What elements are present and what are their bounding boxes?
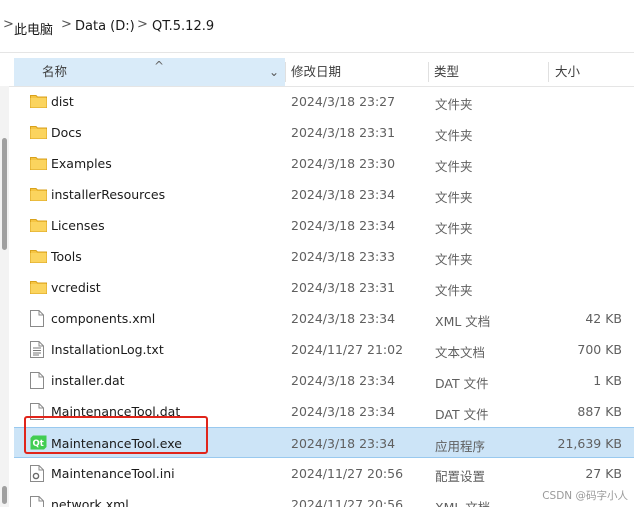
file-name: installerResources: [51, 187, 166, 202]
text-file-icon: [30, 341, 44, 361]
file-date: 2024/3/18 23:27: [291, 94, 396, 109]
file-name: vcredist: [51, 280, 101, 295]
file-name: Licenses: [51, 218, 105, 233]
scrollbar-thumb[interactable]: [2, 486, 7, 504]
file-type: 文件夹: [435, 252, 473, 267]
file-date: 2024/3/18 23:31: [291, 280, 396, 295]
file-size: 1 KB: [593, 373, 622, 388]
file-date: 2024/3/18 23:31: [291, 125, 396, 140]
settings-file-icon: [30, 465, 44, 485]
column-header-date[interactable]: 修改日期: [291, 58, 341, 86]
file-type: XML 文档: [435, 497, 490, 507]
file-row[interactable]: dist 2024/3/18 23:27 文件夹: [14, 86, 634, 117]
file-row[interactable]: MaintenanceTool.ini 2024/11/27 20:56 配置设置 2…: [14, 458, 634, 489]
column-header: 名称 ^ ⌄ 修改日期 类型 大小: [0, 58, 634, 87]
breadcrumb-item-drive[interactable]: Data (D:): [75, 19, 135, 34]
file-type: XML 文档: [435, 314, 491, 329]
breadcrumb: > 此电脑 > Data (D:) > QT.5.12.9: [0, 0, 634, 53]
file-name: installer.dat: [51, 373, 125, 388]
column-header-name-label: 名称: [42, 64, 68, 79]
file-date: 2024/11/27 20:56: [291, 497, 404, 507]
file-name: network.xml: [51, 497, 129, 507]
watermark: CSDN @码字小人: [542, 490, 628, 502]
file-date: 2024/3/18 23:30: [291, 156, 396, 171]
file-type: 文件夹: [435, 128, 473, 143]
breadcrumb-separator: >: [61, 17, 72, 32]
file-type: 文件夹: [435, 190, 473, 205]
folder-icon: [30, 124, 47, 142]
file-type: 文本文档: [435, 345, 486, 360]
file-date: 2024/3/18 23:34: [291, 404, 396, 419]
file-row[interactable]: Examples 2024/3/18 23:30 文件夹: [14, 148, 634, 179]
file-type: 文件夹: [435, 221, 473, 236]
file-row[interactable]: Docs 2024/3/18 23:31 文件夹: [14, 117, 634, 148]
file-size: 27 KB: [585, 466, 622, 481]
file-type: DAT 文件: [435, 376, 489, 391]
column-divider[interactable]: [548, 62, 549, 82]
file-size: 887 KB: [577, 404, 622, 419]
file-name: components.xml: [51, 311, 156, 326]
file-type: 文件夹: [435, 159, 473, 174]
file-size: 42 KB: [585, 311, 622, 326]
file-row[interactable]: Tools 2024/3/18 23:33 文件夹: [14, 241, 634, 272]
breadcrumb-item-this-pc[interactable]: 此电脑: [14, 19, 53, 38]
file-row[interactable]: components.xml 2024/3/18 23:34 XML 文档 42 KB: [14, 303, 634, 334]
breadcrumb-item-folder[interactable]: QT.5.12.9: [152, 19, 214, 34]
file-name: Examples: [51, 156, 112, 171]
folder-icon: [30, 248, 47, 266]
file-date: 2024/3/18 23:33: [291, 249, 396, 264]
file-type: 文件夹: [435, 97, 473, 112]
annotation-highlight-box: [24, 416, 208, 454]
column-header-type[interactable]: 类型: [434, 58, 459, 86]
chevron-down-icon[interactable]: ⌄: [269, 58, 279, 86]
folder-icon: [30, 93, 47, 111]
column-divider[interactable]: [285, 62, 286, 82]
file-date: 2024/3/18 23:34: [291, 373, 396, 388]
file-row[interactable]: installerResources 2024/3/18 23:34 文件夹: [14, 179, 634, 210]
file-date: 2024/3/18 23:34: [291, 218, 396, 233]
scrollbar[interactable]: [0, 86, 9, 507]
column-header-name[interactable]: 名称 ^ ⌄: [14, 58, 285, 86]
file-name: MaintenanceTool.ini: [51, 466, 175, 481]
file-type: 文件夹: [435, 283, 473, 298]
file-type: DAT 文件: [435, 407, 489, 422]
file-row[interactable]: network.xml 2024/11/27 20:56 XML 文档: [14, 489, 634, 507]
file-size: 21,639 KB: [557, 436, 622, 451]
file-name: InstallationLog.txt: [51, 342, 164, 357]
file-type: 配置设置: [435, 469, 486, 484]
file-name: Tools: [51, 249, 82, 264]
file-icon: [30, 372, 44, 392]
file-row[interactable]: vcredist 2024/3/18 23:31 文件夹: [14, 272, 634, 303]
file-row[interactable]: InstallationLog.txt 2024/11/27 21:02 文本文档 7…: [14, 334, 634, 365]
scrollbar-thumb[interactable]: [2, 138, 7, 250]
file-date: 2024/11/27 20:56: [291, 466, 404, 481]
file-date: 2024/3/18 23:34: [291, 187, 396, 202]
folder-icon: [30, 155, 47, 173]
file-date: 2024/3/18 23:34: [291, 311, 396, 326]
sort-ascending-icon: ^: [154, 59, 165, 73]
file-icon: [30, 310, 44, 330]
file-size: 700 KB: [577, 342, 622, 357]
file-type: 应用程序: [435, 439, 486, 454]
breadcrumb-separator: >: [3, 17, 14, 32]
file-row[interactable]: installer.dat 2024/3/18 23:34 DAT 文件 1 KB: [14, 365, 634, 396]
file-name: dist: [51, 94, 74, 109]
column-header-size[interactable]: 大小: [555, 58, 580, 86]
file-date: 2024/11/27 21:02: [291, 342, 404, 357]
file-icon: [30, 496, 44, 507]
file-row[interactable]: Licenses 2024/3/18 23:34 文件夹: [14, 210, 634, 241]
file-name: Docs: [51, 125, 82, 140]
folder-icon: [30, 217, 47, 235]
breadcrumb-separator: >: [137, 17, 148, 32]
column-divider[interactable]: [428, 62, 429, 82]
folder-icon: [30, 186, 47, 204]
folder-icon: [30, 279, 47, 297]
file-date: 2024/3/18 23:34: [291, 436, 396, 451]
